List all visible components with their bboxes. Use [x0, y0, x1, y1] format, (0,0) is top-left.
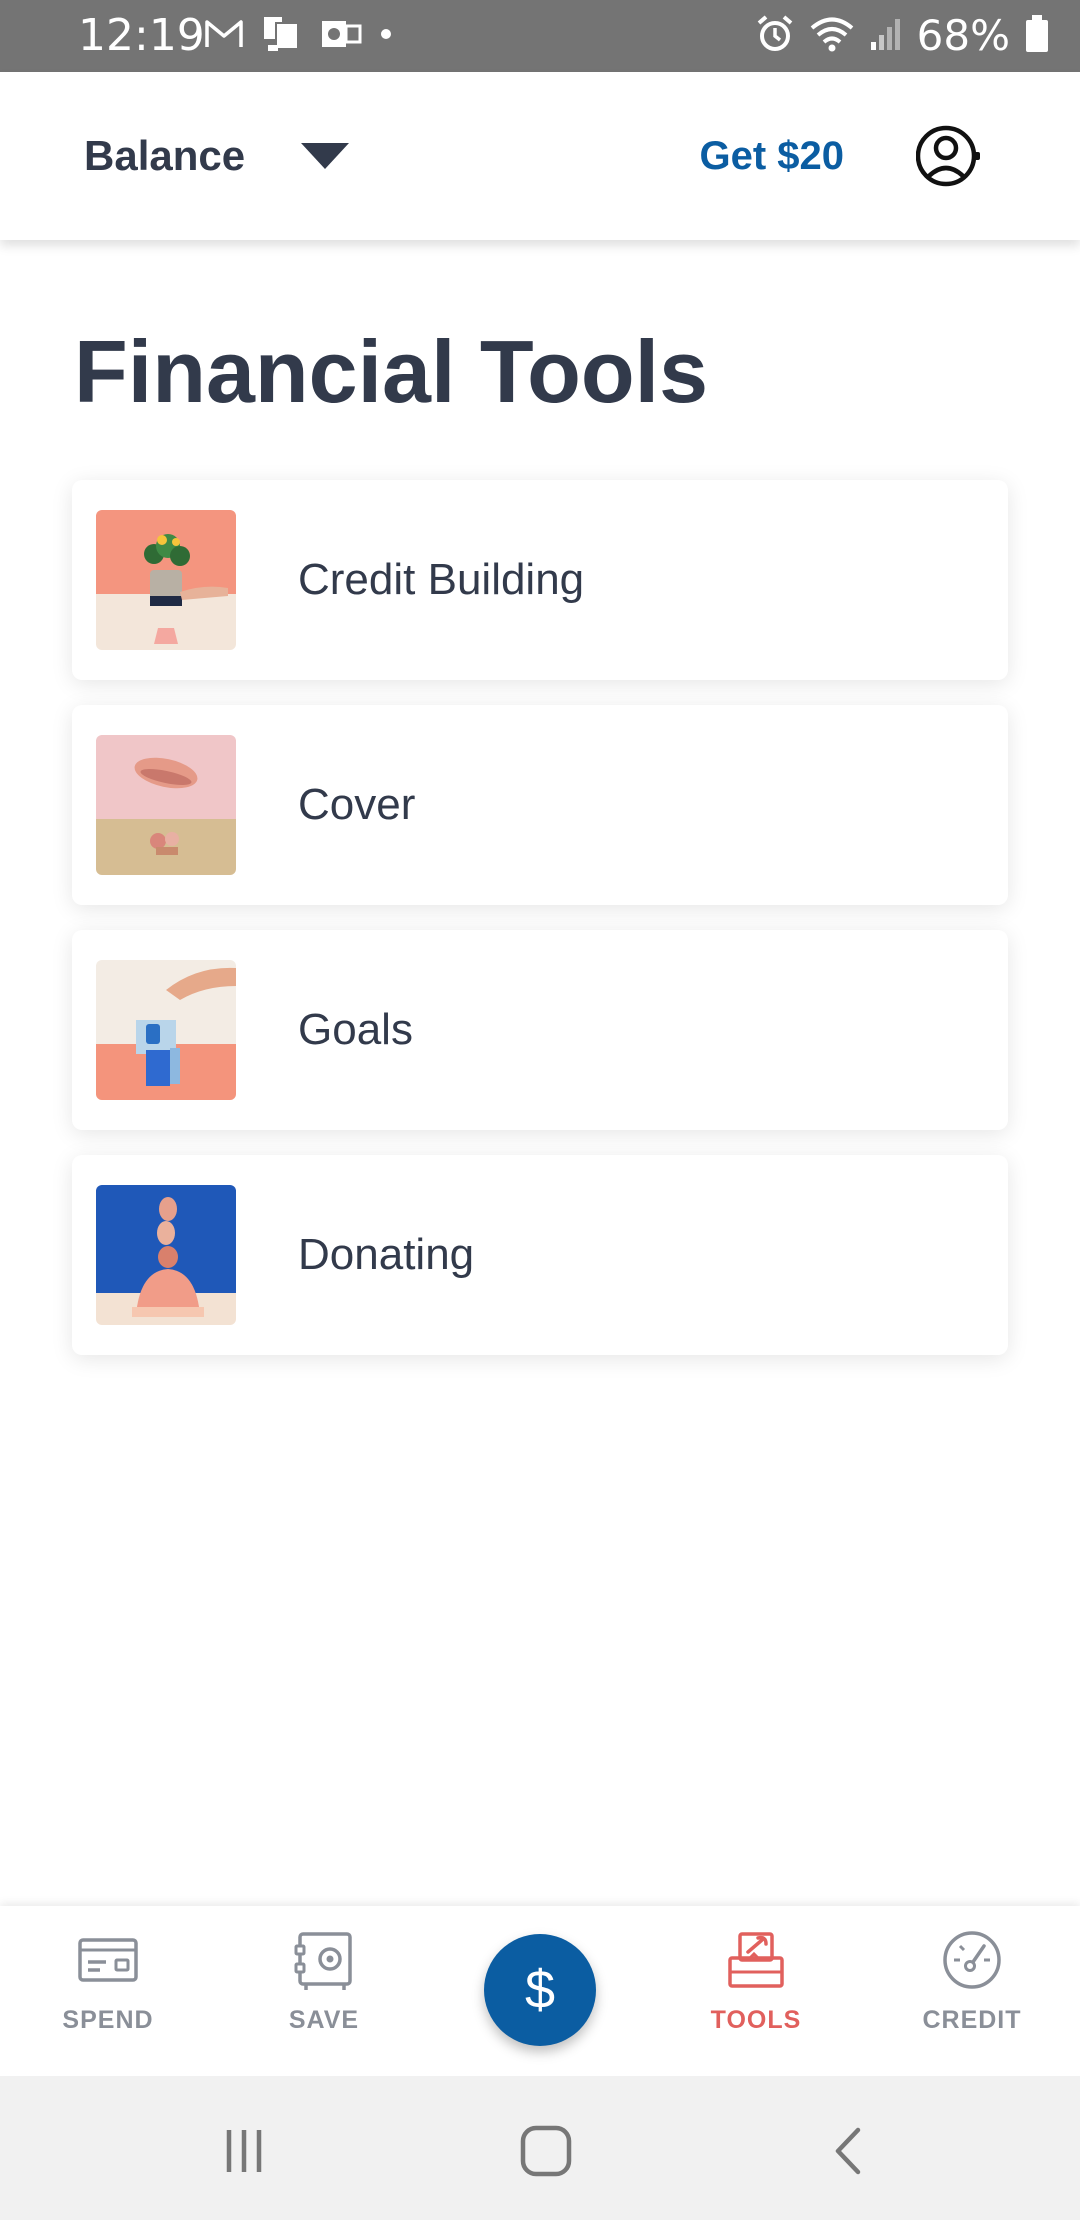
tool-label-goals: Goals	[298, 1005, 413, 1054]
page-title: Financial Tools	[74, 322, 709, 421]
vault-icon	[294, 1932, 352, 1990]
status-right-icons: 68%	[755, 10, 1050, 62]
nav-label-credit: CREDIT	[922, 2006, 1022, 2034]
bottom-nav: SPEND SAVE $ TOOLS CREDIT	[0, 1906, 1080, 2076]
nav-label-save: SAVE	[288, 2006, 360, 2034]
nav-label-spend: SPEND	[62, 2006, 154, 2034]
tool-card-credit-building[interactable]: Credit Building	[72, 480, 1008, 680]
stones-thumbnail	[96, 1185, 236, 1325]
toolbox-icon	[728, 1932, 784, 1988]
recents-icon	[226, 2130, 262, 2172]
tool-list: Credit Building Cover Goals Donating	[72, 480, 1008, 1380]
get-20-referral-link[interactable]: Get $20	[699, 130, 844, 182]
system-nav	[0, 2076, 1080, 2220]
notification-dot-icon	[380, 27, 392, 45]
balance-label: Balance	[84, 132, 246, 179]
chevron-down-icon	[301, 143, 350, 169]
blocks-thumbnail	[96, 960, 236, 1100]
home-icon	[520, 2125, 572, 2177]
nav-item-save[interactable]: SAVE	[234, 1928, 414, 2058]
battery-icon	[1024, 14, 1050, 59]
wifi-icon	[809, 15, 855, 58]
dollar-action-button[interactable]: $	[484, 1934, 596, 2046]
tool-card-cover[interactable]: Cover	[72, 705, 1008, 905]
device-icon	[262, 15, 302, 58]
dollar-icon: $	[525, 1960, 555, 2020]
nav-item-tools[interactable]: TOOLS	[666, 1928, 846, 2058]
app-header: Balance Get $20	[0, 72, 1080, 240]
status-left-icons	[204, 16, 392, 56]
signal-icon	[869, 16, 903, 57]
plant-pot-thumbnail	[96, 510, 236, 650]
svg-text:$: $	[525, 1960, 555, 2020]
tool-label-donating: Donating	[298, 1230, 475, 1279]
nav-item-credit[interactable]: CREDIT	[882, 1928, 1062, 2058]
status-time: 12:19	[78, 10, 205, 61]
battery-percent: 68%	[916, 11, 1010, 60]
gmail-icon	[204, 18, 244, 55]
umbrella-thumbnail	[96, 735, 236, 875]
tool-card-donating[interactable]: Donating	[72, 1155, 1008, 1355]
card-icon	[78, 1938, 138, 1982]
tool-label-credit-building: Credit Building	[298, 555, 585, 604]
profile-button[interactable]	[915, 124, 980, 188]
back-icon	[835, 2127, 861, 2175]
outlook-icon	[320, 17, 362, 56]
alarm-icon	[755, 14, 795, 59]
tool-label-cover: Cover	[298, 780, 416, 829]
recents-button[interactable]	[204, 2116, 284, 2186]
nav-label-tools: TOOLS	[710, 2006, 802, 2034]
gauge-icon	[943, 1931, 1001, 1989]
home-button[interactable]	[506, 2116, 586, 2186]
nav-item-spend[interactable]: SPEND	[18, 1928, 198, 2058]
balance-selector[interactable]: Balance	[84, 120, 350, 192]
profile-icon	[915, 125, 980, 187]
back-button[interactable]	[808, 2116, 888, 2186]
tool-card-goals[interactable]: Goals	[72, 930, 1008, 1130]
status-bar: 12:19 68%	[0, 0, 1080, 72]
